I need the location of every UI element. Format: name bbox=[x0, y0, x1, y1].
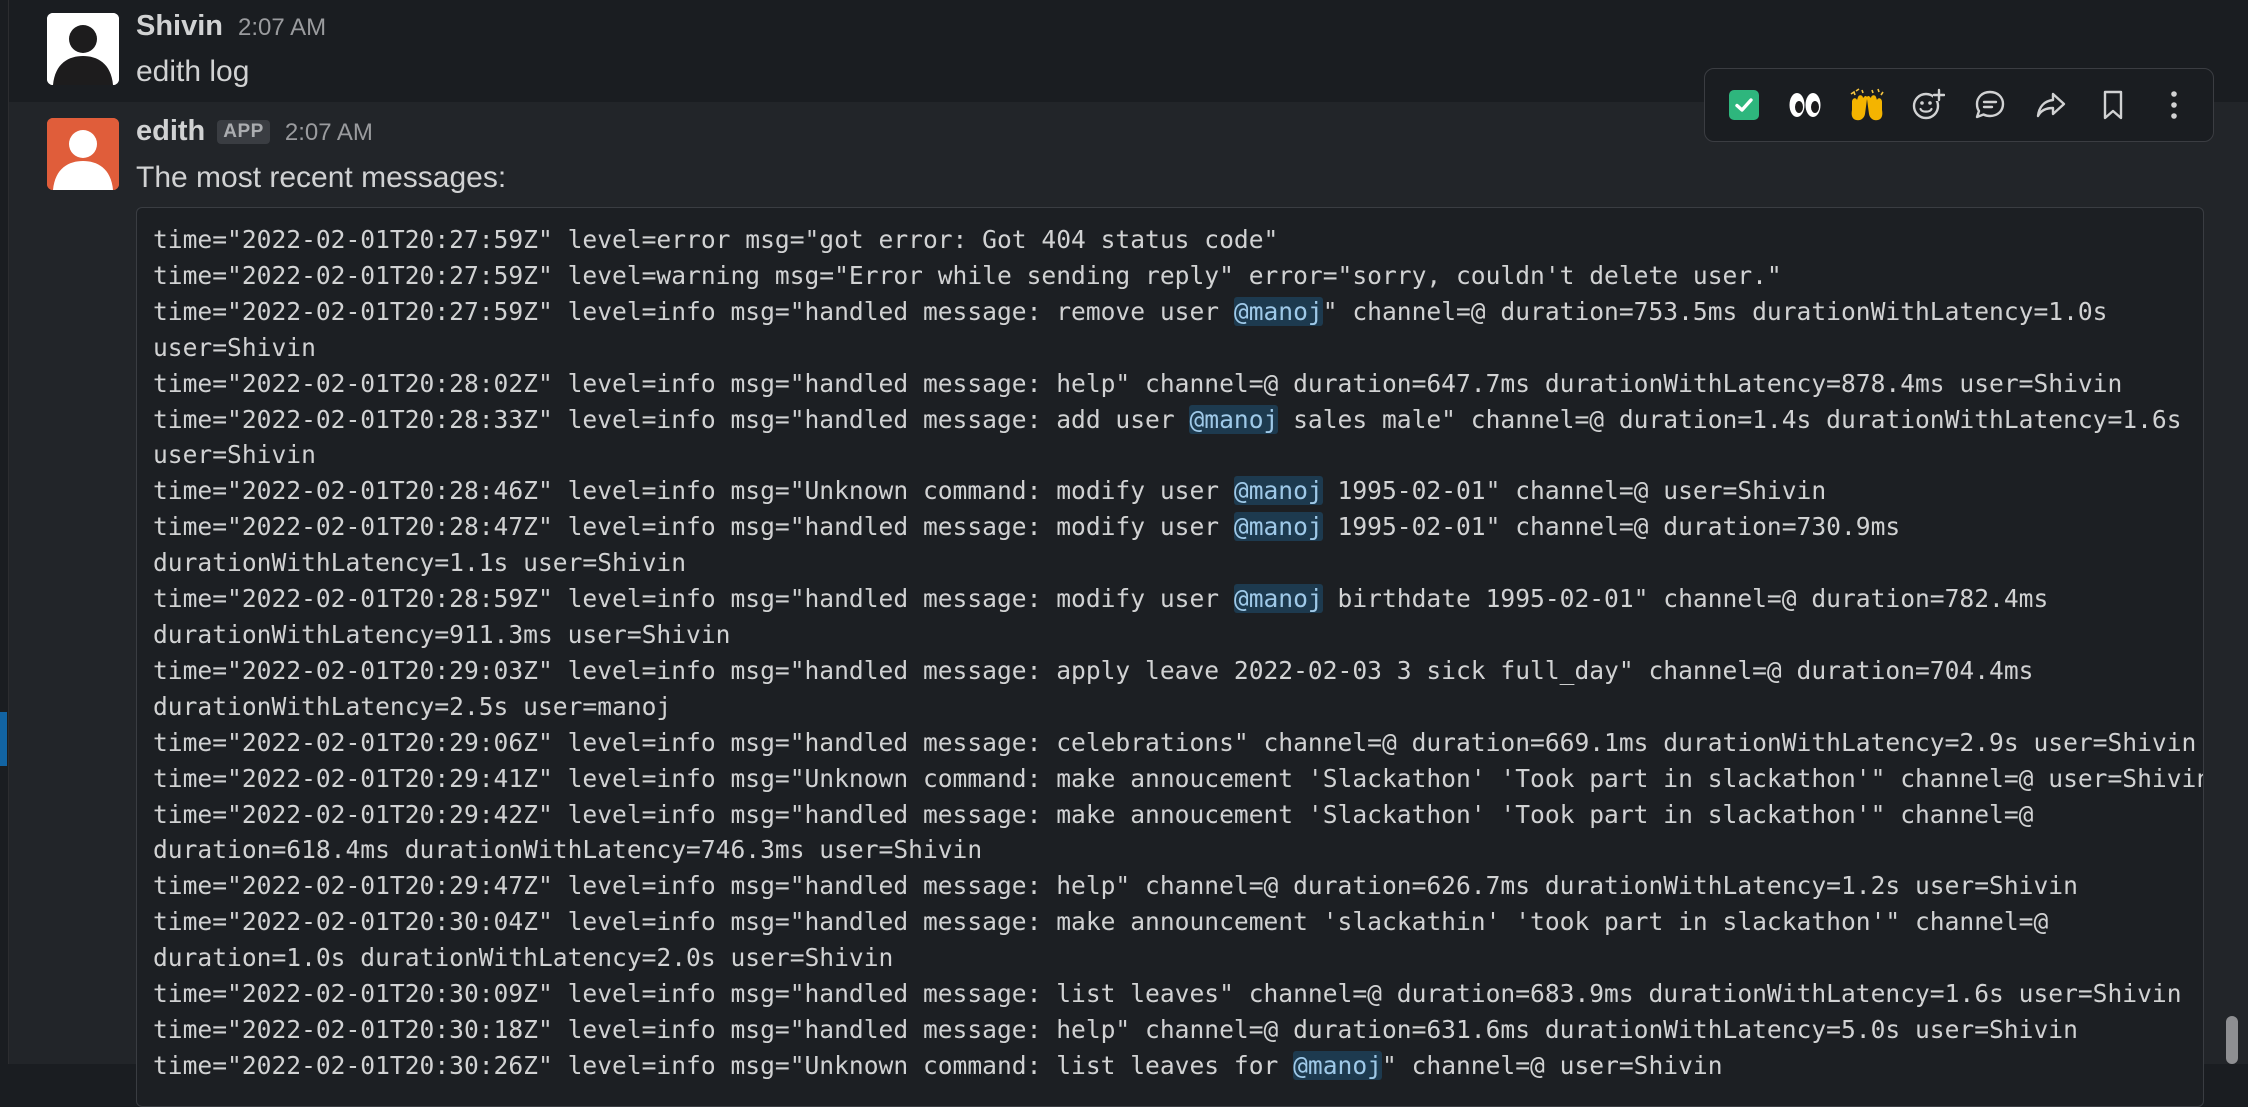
sidebar-selection-marker bbox=[0, 712, 7, 766]
log-text: time="2022-02-01T20:29:47Z" level=info m… bbox=[153, 871, 2078, 901]
log-text: time="2022-02-01T20:30:09Z" level=info m… bbox=[153, 979, 2182, 1009]
more-vertical-icon bbox=[2171, 91, 2178, 119]
log-text: time="2022-02-01T20:30:18Z" level=info m… bbox=[153, 1014, 2078, 1044]
check-emoji-icon bbox=[1728, 90, 1759, 120]
share-icon bbox=[2037, 92, 2066, 118]
react-check-emoji[interactable] bbox=[1713, 76, 1775, 134]
raised-hands-emoji-icon bbox=[1850, 88, 1884, 121]
default-user-icon bbox=[47, 118, 119, 190]
log-text: " channel=@ user=Shivin bbox=[1381, 1050, 1723, 1080]
log-text: time="2022-02-01T20:28:02Z" level=info m… bbox=[153, 368, 2123, 398]
log-text: durationWithLatency=911.3ms user=Shivin bbox=[153, 619, 731, 649]
avatar[interactable] bbox=[47, 13, 119, 85]
log-line: time="2022-02-01T20:29:41Z" level=info m… bbox=[153, 761, 2203, 797]
user-mention[interactable]: @manoj bbox=[1293, 1050, 1382, 1080]
reply-in-thread-button[interactable] bbox=[1959, 76, 2021, 134]
more-actions-button[interactable] bbox=[2144, 76, 2206, 134]
log-line: time="2022-02-01T20:27:59Z" level=error … bbox=[153, 222, 2187, 258]
user-mention[interactable]: @manoj bbox=[1233, 476, 1323, 506]
log-line: time="2022-02-01T20:30:26Z" level=info m… bbox=[153, 1048, 2187, 1084]
avatar[interactable] bbox=[47, 118, 119, 190]
save-message-button[interactable] bbox=[2082, 76, 2144, 134]
log-line: time="2022-02-01T20:28:47Z" level=info m… bbox=[153, 509, 2187, 545]
log-line: durationWithLatency=2.5s user=manoj bbox=[153, 689, 2187, 725]
log-line: time="2022-02-01T20:28:33Z" level=info m… bbox=[153, 402, 2187, 438]
eyes-emoji-icon bbox=[1789, 93, 1821, 117]
log-line: time="2022-02-01T20:28:59Z" level=info m… bbox=[153, 581, 2187, 617]
log-line: duration=618.4ms durationWithLatency=746… bbox=[153, 832, 2187, 868]
log-line: time="2022-02-01T20:30:18Z" level=info m… bbox=[153, 1012, 2187, 1048]
message-timestamp[interactable]: 2:07 AM bbox=[285, 119, 373, 147]
log-line: time="2022-02-01T20:29:42Z" level=info m… bbox=[153, 797, 2187, 833]
log-text: durationWithLatency=2.5s user=manoj bbox=[153, 691, 672, 721]
log-text: time="2022-02-01T20:29:42Z" level=info m… bbox=[153, 799, 2034, 829]
log-line: time="2022-02-01T20:30:09Z" level=info m… bbox=[153, 976, 2187, 1012]
log-text: time="2022-02-01T20:27:59Z" level=error … bbox=[153, 225, 1279, 254]
log-text: " channel=@ duration=753.5ms durationWit… bbox=[1322, 296, 2108, 326]
react-eyes-emoji[interactable] bbox=[1775, 76, 1837, 134]
log-text: duration=618.4ms durationWithLatency=746… bbox=[153, 835, 983, 865]
log-text: time="2022-02-01T20:28:59Z" level=info m… bbox=[153, 584, 1234, 614]
channel-sidebar-edge bbox=[0, 0, 9, 1064]
log-text: time="2022-02-01T20:30:26Z" level=info m… bbox=[153, 1050, 1294, 1080]
message-text: edith log bbox=[136, 55, 250, 88]
message-timestamp[interactable]: 2:07 AM bbox=[238, 14, 326, 42]
log-text: durationWithLatency=1.1s user=Shivin bbox=[153, 548, 687, 578]
log-text: time="2022-02-01T20:27:59Z" level=warnin… bbox=[153, 260, 1782, 290]
log-line: time="2022-02-01T20:29:47Z" level=info m… bbox=[153, 868, 2187, 904]
default-user-icon bbox=[47, 13, 119, 85]
log-text: 1995-02-01" channel=@ user=Shivin bbox=[1322, 476, 1827, 506]
message-actions-toolbar bbox=[1704, 68, 2214, 142]
log-text: time="2022-02-01T20:29:03Z" level=info m… bbox=[153, 655, 2034, 685]
log-text: time="2022-02-01T20:29:06Z" level=info m… bbox=[153, 727, 2197, 757]
log-line: time="2022-02-01T20:28:46Z" level=info m… bbox=[153, 473, 2187, 509]
log-line: time="2022-02-01T20:29:06Z" level=info m… bbox=[153, 725, 2196, 761]
log-text: duration=1.0s durationWithLatency=2.0s u… bbox=[153, 943, 894, 973]
sender-name[interactable]: edith bbox=[136, 115, 205, 148]
thread-icon bbox=[1975, 90, 2004, 119]
log-text: time="2022-02-01T20:30:04Z" level=info m… bbox=[153, 907, 2049, 937]
app-badge: APP bbox=[217, 120, 270, 144]
log-text: time="2022-02-01T20:28:33Z" level=info m… bbox=[153, 404, 1190, 434]
message-edith[interactable]: edith APP 2:07 AM The most recent messag… bbox=[9, 103, 2248, 1107]
log-code-block[interactable]: time="2022-02-01T20:27:59Z" level=error … bbox=[136, 207, 2204, 1107]
message-text: The most recent messages: bbox=[136, 161, 507, 194]
log-text: sales male" channel=@ duration=1.4s dura… bbox=[1278, 404, 2182, 434]
log-text: 1995-02-01" channel=@ duration=730.9ms bbox=[1322, 512, 1901, 542]
log-line: user=Shivin bbox=[153, 437, 2187, 473]
add-reaction-icon bbox=[1913, 88, 1946, 120]
log-text: time="2022-02-01T20:27:59Z" level=info m… bbox=[153, 296, 1234, 326]
log-line: time="2022-02-01T20:30:04Z" level=info m… bbox=[153, 904, 2187, 940]
react-raised-hands-emoji[interactable] bbox=[1836, 76, 1898, 134]
sender-name[interactable]: Shivin bbox=[136, 10, 223, 43]
log-text: time="2022-02-01T20:29:41Z" level=info m… bbox=[153, 763, 2204, 793]
scrollbar-thumb[interactable] bbox=[2226, 1016, 2238, 1064]
log-line: time="2022-02-01T20:29:03Z" level=info m… bbox=[153, 653, 2187, 689]
log-line: user=Shivin bbox=[153, 330, 2187, 366]
bookmark-icon bbox=[2103, 90, 2122, 120]
log-line: time="2022-02-01T20:27:59Z" level=warnin… bbox=[153, 258, 2187, 294]
log-line: durationWithLatency=911.3ms user=Shivin bbox=[153, 617, 2187, 653]
log-text: user=Shivin bbox=[153, 440, 316, 470]
log-line: duration=1.0s durationWithLatency=2.0s u… bbox=[153, 940, 2187, 976]
add-reaction-button[interactable] bbox=[1898, 76, 1960, 134]
message-header: Shivin 2:07 AM bbox=[136, 10, 326, 43]
user-mention[interactable]: @manoj bbox=[1233, 296, 1323, 326]
user-mention[interactable]: @manoj bbox=[1189, 404, 1279, 434]
log-line: time="2022-02-01T20:27:59Z" level=info m… bbox=[153, 294, 2187, 330]
log-line: time="2022-02-01T20:28:02Z" level=info m… bbox=[153, 366, 2187, 402]
user-mention[interactable]: @manoj bbox=[1233, 584, 1323, 614]
log-text: birthdate 1995-02-01" channel=@ duration… bbox=[1322, 584, 2049, 614]
log-text: user=Shivin bbox=[153, 332, 316, 362]
log-text: time="2022-02-01T20:28:46Z" level=info m… bbox=[153, 476, 1234, 506]
message-header: edith APP 2:07 AM bbox=[136, 115, 373, 148]
log-text: time="2022-02-01T20:28:47Z" level=info m… bbox=[153, 512, 1234, 542]
share-message-button[interactable] bbox=[2021, 76, 2083, 134]
log-line: durationWithLatency=1.1s user=Shivin bbox=[153, 545, 2187, 581]
user-mention[interactable]: @manoj bbox=[1233, 512, 1323, 542]
